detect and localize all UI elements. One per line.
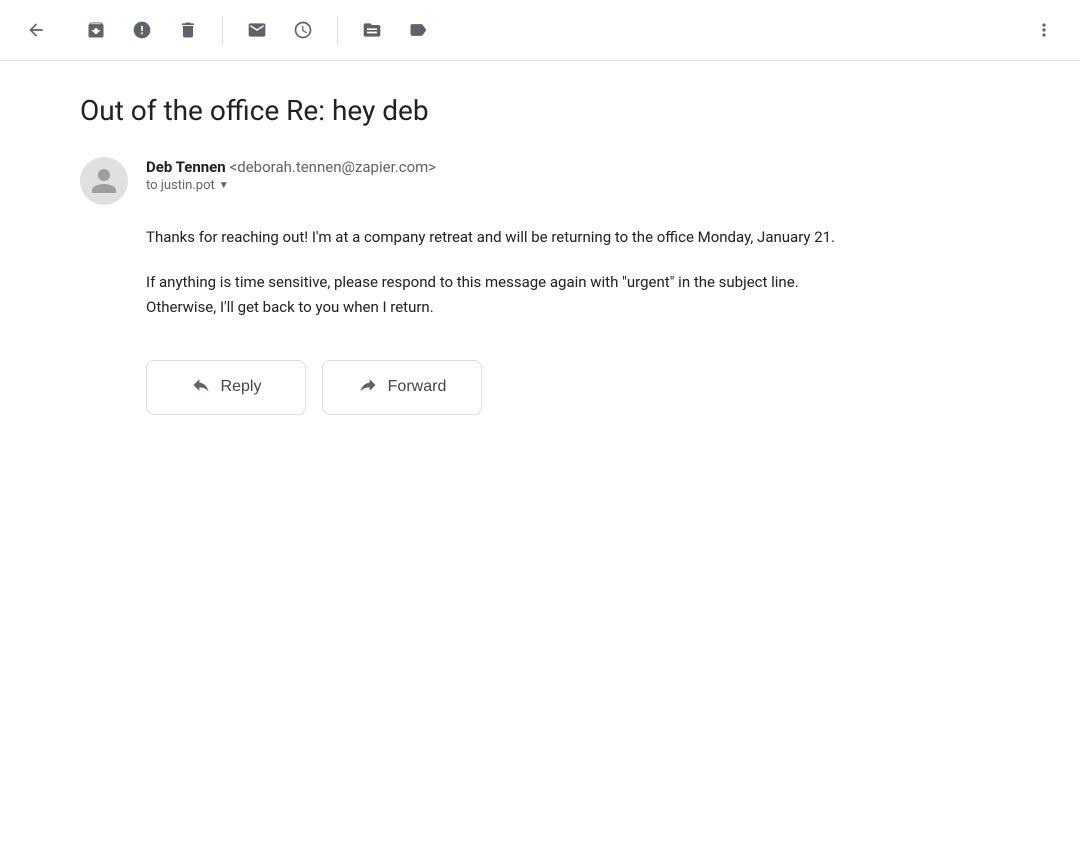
email-body: Thanks for reaching out! I'm at a compan… (146, 225, 840, 319)
back-button[interactable] (16, 10, 56, 50)
email-subject: Out of the office Re: hey deb (80, 93, 840, 129)
to-label: to justin.pot (146, 178, 215, 193)
toolbar-group-3 (352, 10, 438, 50)
chevron-down-icon: ▼ (219, 180, 229, 191)
snooze-button[interactable] (283, 10, 323, 50)
spam-button[interactable] (122, 10, 162, 50)
sender-name: Deb Tennen (146, 158, 226, 176)
email-header: Deb Tennen <deborah.tennen@zapier.com> t… (80, 157, 840, 205)
reply-label: Reply (221, 378, 262, 396)
more-button[interactable] (1024, 10, 1064, 50)
labels-button[interactable] (398, 10, 438, 50)
sender-info: Deb Tennen <deborah.tennen@zapier.com> t… (146, 157, 436, 193)
toolbar-group-1 (76, 10, 208, 50)
reply-button[interactable]: Reply (146, 360, 306, 415)
avatar-icon (89, 166, 119, 196)
avatar (80, 157, 128, 205)
divider-1 (222, 16, 223, 44)
forward-icon (358, 375, 378, 400)
forward-label: Forward (388, 378, 447, 396)
sender-email: <deborah.tennen@zapier.com> (230, 158, 436, 176)
sender-to-row[interactable]: to justin.pot ▼ (146, 178, 436, 193)
archive-button[interactable] (76, 10, 116, 50)
move-to-button[interactable] (352, 10, 392, 50)
divider-2 (337, 16, 338, 44)
body-paragraph-2: If anything is time sensitive, please re… (146, 270, 840, 320)
reply-icon (191, 375, 211, 400)
action-buttons: Reply Forward (146, 360, 840, 415)
mark-unread-button[interactable] (237, 10, 277, 50)
email-container: Out of the office Re: hey deb Deb Tennen… (0, 61, 900, 447)
body-paragraph-1: Thanks for reaching out! I'm at a compan… (146, 225, 840, 250)
sender-name-row: Deb Tennen <deborah.tennen@zapier.com> (146, 157, 436, 176)
forward-button[interactable]: Forward (322, 360, 482, 415)
delete-button[interactable] (168, 10, 208, 50)
toolbar (0, 0, 1080, 61)
toolbar-group-2 (237, 10, 323, 50)
